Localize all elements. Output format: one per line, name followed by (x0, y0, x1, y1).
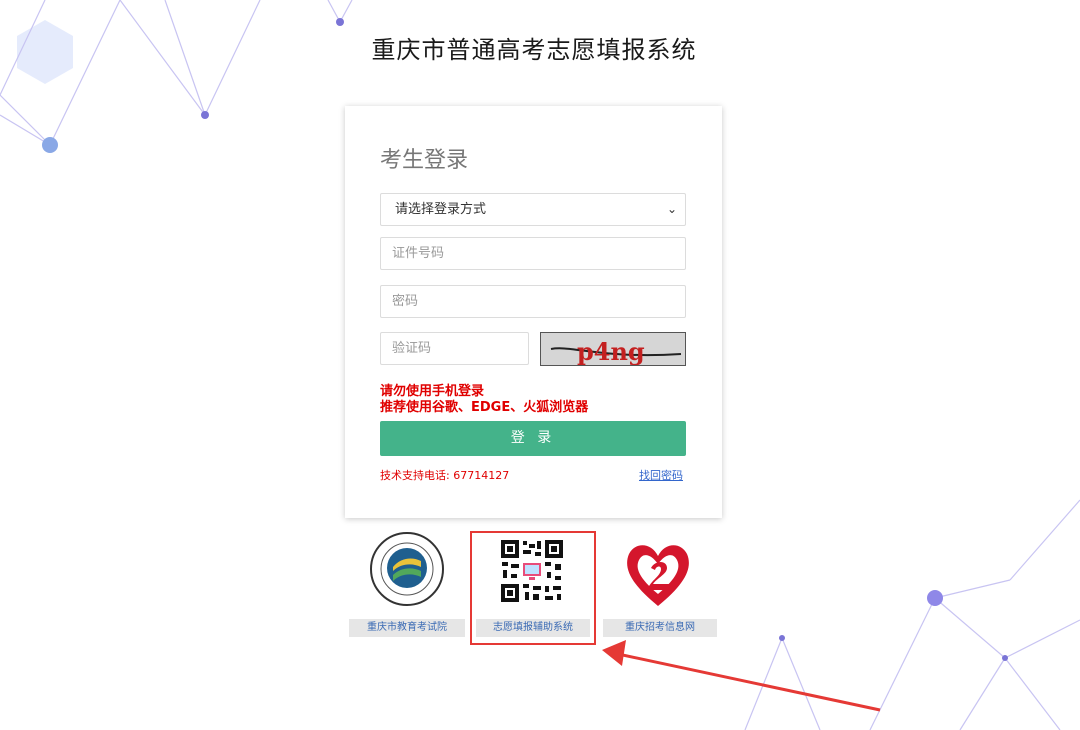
pointer-arrow (602, 640, 881, 712)
